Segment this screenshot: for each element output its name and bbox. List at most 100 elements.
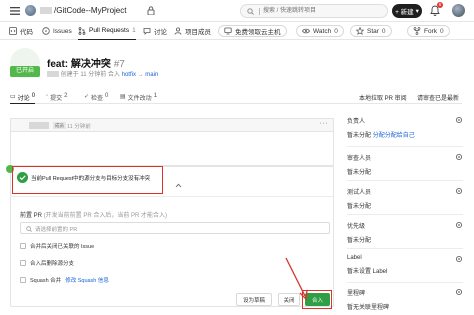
edit-squash-link[interactable]: 修改 Squash 信息 [65,276,109,284]
tab-discussion-label: 讨论 [154,29,167,36]
file-icon: ▤ [120,94,126,100]
divider [347,282,463,283]
discussion-icon: ▭ [10,94,16,100]
gear-icon[interactable] [455,153,463,161]
comment-header: 成员 11 分钟前 ··· [10,118,334,132]
assign-link[interactable]: 分配 [373,133,385,139]
free-host-button[interactable]: 免费领取云主机 [218,25,287,37]
subtab-checks-count: 0 [105,93,109,99]
testers-value: 暂未分配 [347,204,372,210]
local-review-link[interactable]: 本地拉取 PR 审阅 [359,93,407,102]
conflict-status-text: 当前Pull Request中的源分支与目标分支没有冲突 [31,176,151,182]
reviewers-label: 审查人员 [347,156,372,162]
sidebar-label: Label 暂未设置 Label [347,255,463,275]
tab-discussion[interactable]: 讨论 [143,22,167,40]
gear-icon[interactable] [455,187,463,195]
option-delete-branch[interactable]: 合入后删除源分支 [20,259,74,267]
pr-merge-text: 合入 [107,72,120,78]
subtab-discussion[interactable]: ▭ 讨论 0 [10,93,36,104]
comment-body [10,132,334,166]
role-tag: 成员 [53,122,66,129]
annotation-arrow-icon [285,257,308,301]
checkbox[interactable] [20,243,26,249]
tab-code[interactable]: 代码 [9,22,33,40]
option-close-issue[interactable]: 合并后关闭已关联的 Issue [20,242,94,250]
star-button[interactable]: Star 0 [350,25,392,37]
pre-pr-select[interactable]: 请选择前置的 PR [20,222,330,234]
gear-icon[interactable] [455,255,463,263]
pull-request-icon [78,26,86,35]
mark-latest-link[interactable]: 请审查已是最新 [417,93,459,102]
check-circle-icon [17,172,28,183]
tab-pull-requests-count: 1 [132,27,136,34]
target-branch-link[interactable]: main [145,72,158,78]
checkbox[interactable] [20,260,26,266]
fork-button[interactable]: Fork 0 [407,25,450,37]
commit-icon: ◦ [46,93,49,99]
menu-icon[interactable] [10,6,20,16]
chevron-down-icon: ▾ [415,8,419,15]
divider [10,196,334,197]
subtab-discussion-label: 讨论 [17,96,30,102]
tab-issues[interactable]: Issues [42,22,72,40]
eye-icon [302,28,310,34]
arrow-right-icon: → [137,72,144,78]
discussion-icon [143,28,151,35]
source-branch-link[interactable]: hotfix [122,72,136,78]
subtab-checks[interactable]: ✓ 检查 0 [84,93,108,104]
pr-created-time: 创建于 11 分钟前 [60,72,107,78]
user-avatar-small[interactable] [25,5,36,16]
checkbox[interactable] [20,277,26,283]
more-options-icon[interactable]: ··· [320,120,329,127]
breadcrumb[interactable]: /GitCode--MyProject [40,6,126,15]
subtab-commits-count: 2 [64,93,68,99]
priority-value: 暂未分配 [347,238,372,244]
tab-pull-requests[interactable]: Pull Requests 1 [78,22,136,40]
tab-pull-requests-label: Pull Requests [89,27,130,34]
save-draft-button[interactable]: 设为草稿 [236,293,272,306]
priority-label: 优先级 [347,224,366,230]
gear-icon[interactable] [455,288,463,296]
subtab-commits[interactable]: ◦ 提交 2 [46,93,68,104]
option-delete-branch-label: 合入后删除源分支 [30,261,75,267]
assignee-value: 暂未分配 分配分配给自己 [347,130,463,139]
assign-self-link[interactable]: 分配给自己 [385,133,415,139]
testers-label: 测试人员 [347,190,372,196]
new-button-label: + 新建 [395,9,414,16]
star-count: 0 [381,27,386,35]
reviewers-value: 暂未分配 [347,170,372,176]
divider [347,180,463,181]
search-input[interactable] [263,6,383,16]
star-icon [356,27,364,35]
repo-path[interactable]: GitCode--MyProject [56,6,126,15]
subtab-files-label: 文件改动 [127,96,152,102]
sidebar-milestone: 里程碑 暂无关联里程碑 [347,288,463,311]
subtab-files[interactable]: ▤ 文件改动 1 [120,93,157,104]
chevron-up-icon[interactable] [175,183,182,188]
milestone-value: 暂无关联里程碑 [347,305,390,311]
search-box[interactable] [240,4,388,18]
gear-icon[interactable] [455,116,463,124]
sidebar-assignee: 负责人 暂未分配 分配分配给自己 [347,116,463,139]
new-button[interactable]: + 新建 ▾ [392,4,422,18]
label-label: Label [347,255,362,261]
subtab-commits-label: 提交 [50,96,63,102]
watch-button[interactable]: Watch 0 [296,25,344,37]
user-avatar[interactable] [452,4,465,17]
watch-count: 0 [334,27,338,35]
pre-pr-hint: (开发当前前置 PR 合入后，当前 PR 才能合入) [43,213,168,219]
search-icon [247,8,254,15]
subtab-files-count: 1 [153,93,158,99]
gear-icon[interactable] [455,221,463,229]
fork-label: Fork [424,27,437,35]
pre-pr-label: 前置 PR (开发当前前置 PR 合入后，当前 PR 才能合入) [20,210,167,219]
check-icon: ✓ [84,94,90,100]
pre-pr-placeholder: 请选择前置的 PR [35,227,78,233]
star-label: Star [367,27,379,35]
milestone-label: 里程碑 [347,291,366,297]
option-squash[interactable]: Squash 合并 修改 Squash 信息 [20,276,109,284]
tab-members[interactable]: 项目成员 [174,22,211,40]
pr-title: feat: 解决冲突 #7 [47,55,125,70]
pre-pr-label-text: 前置 PR [20,213,43,219]
issue-icon [42,27,50,35]
